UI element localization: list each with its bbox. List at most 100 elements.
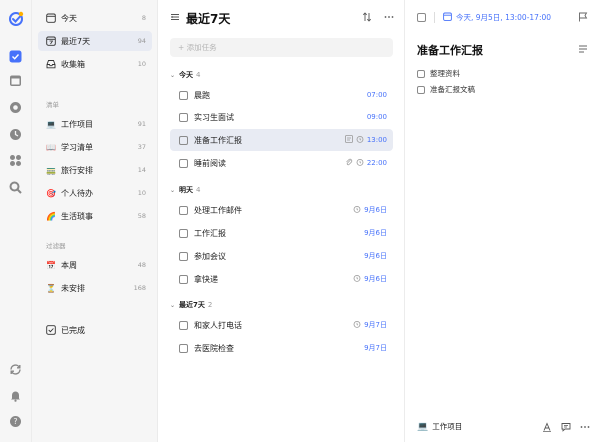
task-row[interactable]: 参加会议 9月6日	[170, 245, 393, 267]
task-checkbox[interactable]	[179, 251, 188, 261]
sidebar-item-filter[interactable]: 📅 本周 48	[38, 255, 152, 275]
hourglass-emoji-icon: ⏳	[46, 283, 56, 293]
sidebar-item-completed[interactable]: 已完成	[38, 320, 152, 340]
task-checkbox[interactable]	[179, 320, 188, 330]
sidebar-item-count: 91	[137, 120, 146, 128]
menu-toggle-icon[interactable]	[170, 12, 180, 24]
task-title: 参加会议	[194, 251, 226, 261]
sidebar-item-list[interactable]: 🌈 生活琐事 58	[38, 206, 152, 226]
task-row[interactable]: 处理工作邮件 9月6日	[170, 199, 393, 221]
matrix-tab-icon[interactable]	[9, 154, 22, 167]
detail-list-name: 工作项目	[432, 422, 463, 431]
task-due: 9月7日	[364, 344, 387, 352]
task-title: 准备工作汇报	[194, 135, 242, 145]
add-task-input[interactable]: + 添加任务	[170, 38, 393, 57]
task-checkbox[interactable]	[179, 205, 188, 215]
sidebar-item-list[interactable]: 📖 学习清单 37	[38, 137, 152, 157]
sidebar-item-next7days[interactable]: 最近7天 94	[38, 31, 152, 51]
laptop-emoji-icon: 💻	[46, 119, 56, 129]
task-row[interactable]: 去医院检查 9月7日	[170, 337, 393, 359]
group-header-tomorrow[interactable]: ⌄ 明天 4	[170, 185, 201, 195]
task-checkbox[interactable]	[179, 343, 188, 353]
focus-tab-icon[interactable]	[9, 101, 22, 114]
task-row-selected[interactable]: 准备工作汇报 13:00	[170, 129, 393, 151]
task-row[interactable]: 晨跑 07:00	[170, 84, 393, 106]
habit-tab-icon[interactable]	[9, 128, 22, 141]
sidebar-item-inbox[interactable]: 收集箱 10	[38, 54, 152, 74]
task-due: 9月6日	[364, 275, 387, 283]
group-count: 4	[196, 186, 201, 194]
checklist-mode-icon[interactable]	[578, 44, 588, 56]
calendar-tab-icon[interactable]	[9, 74, 22, 87]
subtask-icon	[344, 135, 353, 145]
task-checkbox[interactable]	[179, 112, 188, 122]
app-logo[interactable]	[8, 11, 24, 27]
text-format-icon[interactable]	[542, 422, 552, 434]
search-icon[interactable]	[9, 181, 22, 194]
task-checkbox[interactable]	[179, 158, 188, 168]
sidebar-item-label: 最近7天	[61, 36, 91, 46]
task-row[interactable]: 拿快递 9月6日	[170, 268, 393, 290]
subtask-item[interactable]: 整理资料	[417, 68, 460, 79]
train-emoji-icon: 🚃	[46, 165, 56, 175]
group-header-next7days[interactable]: ⌄ 最近7天 2	[170, 300, 212, 310]
task-title: 睡前阅读	[194, 158, 226, 168]
sidebar-item-count: 14	[137, 166, 146, 174]
sidebar-item-label: 收集箱	[61, 59, 85, 69]
task-row[interactable]: 和家人打电话 9月7日	[170, 314, 393, 336]
task-title: 晨跑	[194, 90, 210, 100]
sidebar-item-label: 生活琐事	[61, 211, 93, 221]
more-options-icon[interactable]	[580, 422, 590, 434]
more-options-icon[interactable]	[384, 12, 394, 24]
due-date-picker[interactable]: 今天, 9月5日, 13:00-17:00	[443, 12, 551, 23]
task-title: 和家人打电话	[194, 320, 242, 330]
sidebar-item-label: 未安排	[61, 283, 85, 293]
group-header-today[interactable]: ⌄ 今天 4	[170, 70, 201, 80]
detail-toolbar: 今天, 9月5日, 13:00-17:00	[417, 12, 551, 23]
sidebar-item-today[interactable]: 今天 8	[38, 8, 152, 28]
group-name: 明天	[179, 186, 194, 194]
sidebar-item-count: 48	[137, 261, 146, 269]
task-row[interactable]: 实习生面试 09:00	[170, 106, 393, 128]
task-detail-title[interactable]: 准备工作汇报	[417, 42, 483, 58]
task-checkbox[interactable]	[179, 90, 188, 100]
detail-checkbox[interactable]	[417, 13, 426, 22]
comment-icon[interactable]	[561, 422, 571, 434]
sidebar-item-list[interactable]: 🚃 旅行安排 14	[38, 160, 152, 180]
task-due: 9月6日	[364, 206, 387, 214]
task-due: 9月7日	[364, 321, 387, 329]
task-title: 处理工作邮件	[194, 205, 242, 215]
subtask-item[interactable]: 准备汇报文稿	[417, 84, 475, 95]
notification-bell-icon[interactable]	[9, 389, 22, 402]
chevron-down-icon: ⌄	[170, 301, 176, 309]
sidebar-item-count: 168	[133, 284, 146, 292]
task-title: 实习生面试	[194, 112, 234, 122]
subtask-checkbox[interactable]	[417, 69, 425, 78]
detail-list-selector[interactable]: 💻 工作项目	[417, 421, 462, 432]
list-header: 最近7天	[170, 10, 230, 26]
sort-icon[interactable]	[362, 12, 372, 24]
sidebar-item-filter[interactable]: ⏳ 未安排 168	[38, 278, 152, 298]
sidebar-item-list[interactable]: 🎯 个人待办 10	[38, 183, 152, 203]
chevron-down-icon: ⌄	[170, 71, 176, 79]
help-icon[interactable]: ?	[9, 415, 22, 428]
nav-rail: ?	[0, 0, 32, 442]
task-checkbox[interactable]	[179, 274, 188, 284]
task-due: 9月6日	[364, 229, 387, 237]
task-tab-icon[interactable]	[9, 50, 22, 63]
completed-icon	[46, 325, 56, 335]
sidebar-item-label: 已完成	[61, 325, 85, 335]
subtask-checkbox[interactable]	[417, 85, 425, 94]
laptop-emoji-icon: 💻	[417, 421, 429, 432]
sidebar-item-list[interactable]: 💻 工作项目 91	[38, 114, 152, 134]
attachment-icon	[345, 158, 353, 168]
task-row[interactable]: 工作汇报 9月6日	[170, 222, 393, 244]
task-row[interactable]: 睡前阅读 22:00	[170, 152, 393, 174]
sync-icon[interactable]	[9, 363, 22, 376]
task-checkbox[interactable]	[179, 135, 188, 145]
task-checkbox[interactable]	[179, 228, 188, 238]
priority-flag-icon[interactable]	[578, 12, 588, 24]
chevron-down-icon: ⌄	[170, 186, 176, 194]
lists-section-header: 清单	[46, 101, 59, 109]
sidebar-item-label: 旅行安排	[61, 165, 93, 175]
